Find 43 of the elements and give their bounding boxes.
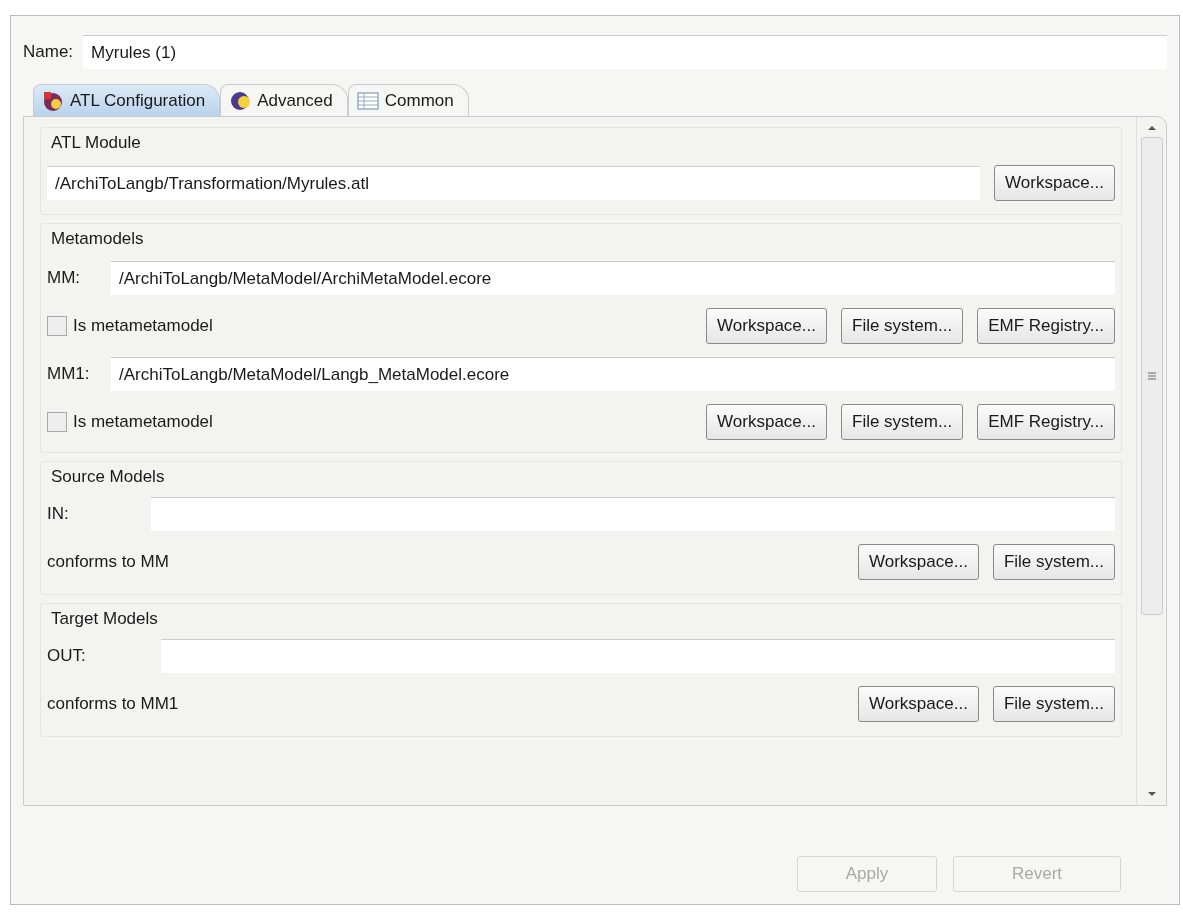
field-label: OUT: — [47, 646, 87, 666]
browse-button[interactable]: File system... — [992, 544, 1115, 580]
tab[interactable]: Common — [347, 84, 469, 116]
scroll-thumb[interactable] — [1140, 137, 1163, 615]
atl-icon — [42, 89, 64, 112]
model-field[interactable] — [151, 497, 1115, 531]
model-field[interactable] — [161, 639, 1115, 673]
field-label: MM1: — [47, 364, 91, 384]
field-label: IN: — [47, 504, 70, 524]
workspace-button[interactable]: Workspace... — [994, 165, 1115, 201]
browse-button[interactable]: File system... — [841, 308, 964, 344]
group-title: Metamodels — [50, 228, 144, 250]
field-label: MM: — [47, 268, 82, 288]
browse-button[interactable]: File system... — [841, 404, 964, 440]
tab[interactable]: Advanced — [220, 84, 348, 116]
tab[interactable]: ATL Configuration — [33, 84, 221, 116]
scrollbar[interactable] — [1136, 117, 1166, 805]
name-label: Name: — [23, 42, 74, 62]
group-title: ATL Module — [50, 132, 141, 154]
group-title: Target Models — [50, 608, 158, 630]
group-title: Source Models — [50, 466, 165, 488]
conforms-label: conforms to MM1 — [47, 694, 179, 714]
metamodel-path-field[interactable]: /ArchiToLangb/MetaModel/Langb_MetaModel.ecore — [111, 357, 1115, 391]
checkbox[interactable] — [47, 412, 67, 432]
checkbox-label: Is metametamodel — [73, 316, 213, 336]
checkbox-label: Is metametamodel — [73, 412, 213, 432]
checkbox[interactable] — [47, 316, 67, 336]
metamodel-path-field[interactable]: /ArchiToLangb/MetaModel/ArchiMetaModel.ecore — [111, 261, 1115, 295]
name-field[interactable]: Myrules (1) — [83, 35, 1167, 69]
browse-button[interactable]: File system... — [992, 686, 1115, 722]
moon-icon — [229, 89, 252, 112]
module-path-field[interactable]: /ArchiToLangb/Transformation/Myrules.atl — [47, 166, 981, 200]
browse-button[interactable]: Workspace... — [706, 308, 827, 344]
browse-button[interactable]: Workspace... — [706, 404, 827, 440]
browse-button[interactable]: EMF Registry... — [977, 308, 1115, 344]
browse-button[interactable]: Workspace... — [858, 686, 979, 722]
grip-icon — [1146, 371, 1157, 381]
scroll-down-icon[interactable] — [1146, 791, 1157, 797]
conforms-label: conforms to MM — [47, 552, 169, 572]
table-icon — [356, 91, 379, 110]
scroll-up-icon[interactable] — [1146, 125, 1157, 131]
browse-button[interactable]: EMF Registry... — [977, 404, 1115, 440]
browse-button[interactable]: Workspace... — [858, 544, 979, 580]
